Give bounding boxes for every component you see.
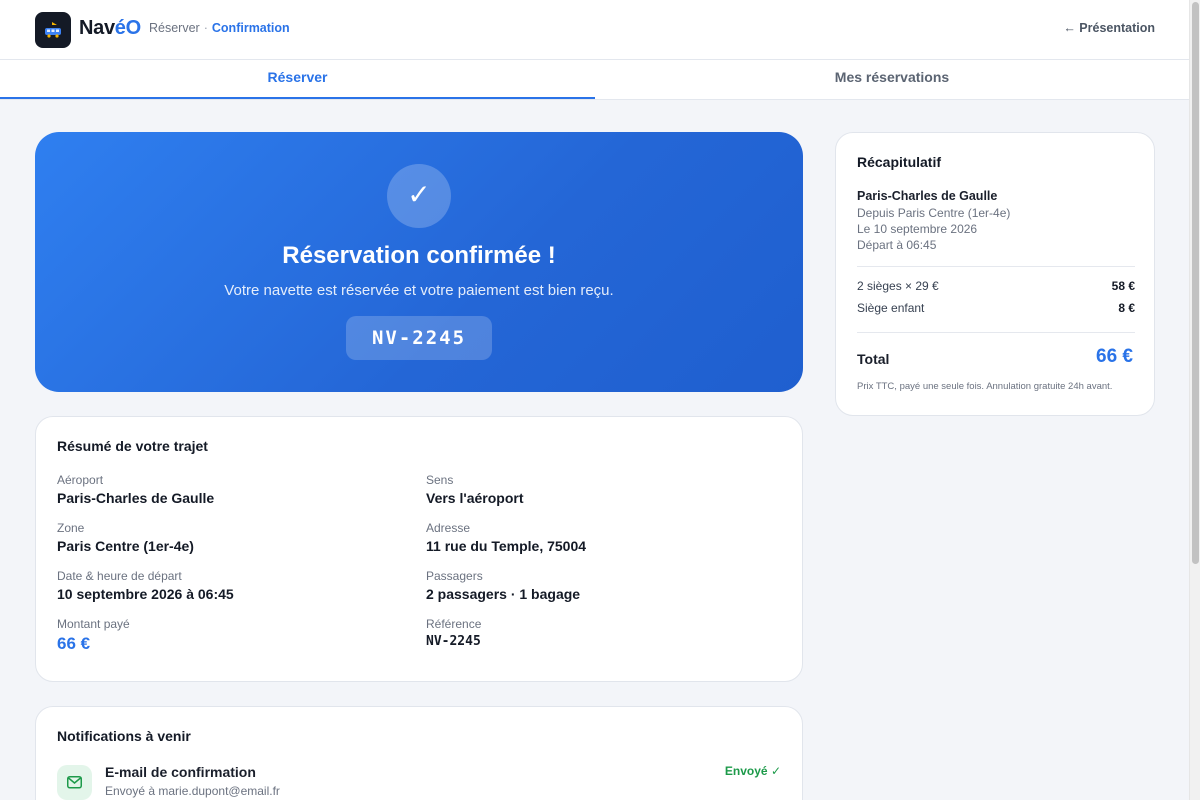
field-reference: Référence NV-2245 bbox=[426, 617, 481, 649]
field-value: Paris-Charles de Gaulle bbox=[57, 490, 215, 506]
field-value: Paris Centre (1er-4e) bbox=[57, 538, 194, 554]
field-address: Adresse 11 rue du Temple, 75004 bbox=[426, 521, 586, 554]
field-label: Passagers bbox=[426, 569, 483, 583]
field-label: Référence bbox=[426, 617, 482, 631]
recap-row-amount: 58 € bbox=[1111, 279, 1135, 293]
divider bbox=[857, 266, 1135, 267]
field-label: Sens bbox=[426, 473, 454, 487]
confirmation-title: Réservation confirmée ! bbox=[282, 242, 556, 269]
total-label: Total bbox=[857, 351, 890, 367]
trip-summary-title: Résumé de votre trajet bbox=[57, 438, 208, 454]
total-value: 66 € bbox=[1096, 346, 1133, 367]
field-label: Montant payé bbox=[57, 617, 130, 631]
field-value: Vers l'aéroport bbox=[426, 490, 524, 506]
field-amount-paid: Montant payé 66 € bbox=[57, 617, 130, 654]
field-label: Adresse bbox=[426, 521, 471, 535]
field-label: Aéroport bbox=[57, 473, 104, 487]
recap-row-amount: 8 € bbox=[1118, 301, 1135, 315]
recap-card: Récapitulatif Paris-Charles de Gaulle De… bbox=[835, 132, 1155, 416]
field-departure: Date & heure de départ 10 septembre 2026… bbox=[57, 569, 234, 602]
back-to-presentation-link[interactable]: ← Présentation bbox=[1063, 21, 1155, 35]
notification-status: Envoyé ✓ bbox=[724, 764, 781, 778]
breadcrumb-parent[interactable]: Réserver bbox=[149, 21, 200, 35]
field-value: 11 rue du Temple, 75004 bbox=[426, 538, 587, 554]
field-value: 66 € bbox=[57, 634, 91, 653]
breadcrumb-current: Confirmation bbox=[211, 21, 290, 35]
recap-departure-time: Départ à 06:45 bbox=[857, 238, 937, 252]
brand-logo[interactable]: NavéO bbox=[79, 17, 141, 40]
notifications-title: Notifications à venir bbox=[57, 728, 191, 744]
recap-row-label: 2 sièges × 29 € bbox=[857, 279, 939, 293]
notifications-card: Notifications à venir E-mail de confirma… bbox=[35, 706, 803, 800]
field-passengers: Passagers 2 passagers · 1 bagage bbox=[426, 569, 580, 602]
recap-destination: Paris-Charles de Gaulle bbox=[857, 189, 998, 203]
notification-name: E-mail de confirmation bbox=[105, 764, 256, 780]
field-airport: Aéroport Paris-Charles de Gaulle bbox=[57, 473, 214, 506]
field-zone: Zone Paris Centre (1er-4e) bbox=[57, 521, 194, 554]
trip-summary-card: Résumé de votre trajet Aéroport Paris-Ch… bbox=[35, 416, 803, 682]
recap-row-label: Siège enfant bbox=[857, 301, 925, 315]
tab-bar: Réserver Mes réservations bbox=[0, 60, 1189, 100]
tab-reserver[interactable]: Réserver bbox=[0, 60, 595, 99]
notification-detail: Envoyé à marie.dupont@email.fr bbox=[105, 784, 280, 798]
recap-date: Le 10 septembre 2026 bbox=[857, 222, 978, 236]
recap-row-child-seat: Siège enfant 8 € bbox=[857, 301, 1135, 315]
booking-reference-badge: NV-2245 bbox=[346, 316, 492, 360]
recap-row-seats: 2 sièges × 29 € 58 € bbox=[857, 279, 1135, 293]
confirmation-subtitle: Votre navette est réservée et votre paie… bbox=[224, 282, 614, 299]
divider bbox=[857, 332, 1135, 333]
field-direction: Sens Vers l'aéroport bbox=[426, 473, 523, 506]
scrollbar-thumb[interactable] bbox=[1192, 2, 1199, 564]
shuttle-icon[interactable] bbox=[35, 12, 71, 48]
price-note: Prix TTC, payé une seule fois. Annulatio… bbox=[857, 381, 1113, 392]
breadcrumb: Réserver · Confirmation bbox=[149, 21, 290, 35]
tab-mes-reservations[interactable]: Mes réservations bbox=[595, 60, 1189, 99]
brand-name-accent: éO bbox=[114, 17, 141, 39]
field-value: 10 septembre 2026 à 06:45 bbox=[57, 586, 234, 602]
mail-icon bbox=[57, 765, 92, 800]
field-value: NV-2245 bbox=[426, 634, 481, 649]
field-value: 2 passagers · 1 bagage bbox=[426, 586, 581, 602]
check-icon: ✓ bbox=[387, 164, 451, 228]
recap-title: Récapitulatif bbox=[857, 154, 942, 170]
confirmation-banner: ✓ Réservation confirmée ! Votre navette … bbox=[35, 132, 803, 392]
recap-origin: Depuis Paris Centre (1er-4e) bbox=[857, 206, 1011, 220]
page-scrollbar[interactable] bbox=[1189, 0, 1200, 800]
field-label: Date & heure de départ bbox=[57, 569, 182, 583]
field-label: Zone bbox=[57, 521, 85, 535]
brand-name-main: Nav bbox=[79, 17, 115, 39]
top-header: NavéO Réserver · Confirmation ← Présentati… bbox=[0, 0, 1189, 60]
breadcrumb-separator: · bbox=[203, 21, 208, 35]
